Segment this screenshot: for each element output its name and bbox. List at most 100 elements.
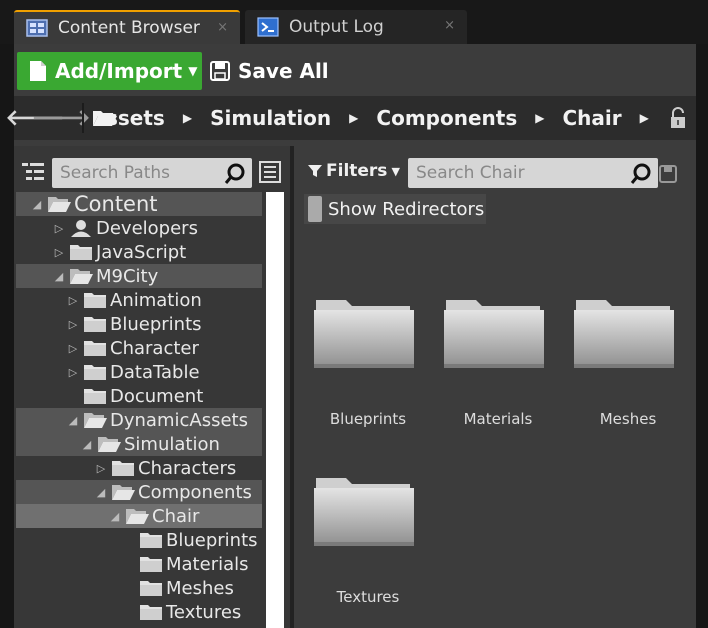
breadcrumb-item[interactable]: Components — [376, 106, 517, 130]
chevron-right-icon[interactable]: ▶ — [640, 111, 649, 125]
tree-view-icon[interactable] — [20, 160, 46, 188]
collapsed-arrow-icon[interactable]: ▷ — [66, 366, 80, 379]
tree-item[interactable]: ▷ Character — [16, 336, 262, 360]
expanded-arrow-icon[interactable]: ◢ — [30, 198, 44, 211]
path-search-input[interactable]: Search Paths — [52, 158, 252, 188]
collapsed-arrow-icon[interactable]: ▷ — [66, 318, 80, 331]
tree-item[interactable]: ◢ M9City — [16, 264, 262, 288]
tree-item-label: JavaScript — [96, 241, 187, 263]
show-redirectors-toggle[interactable]: Show Redirectors — [304, 194, 486, 224]
tree-item[interactable]: Materials — [16, 552, 262, 576]
tree-item[interactable]: Blueprints — [16, 528, 262, 552]
tree-item-label: Chair — [152, 505, 200, 527]
tree-item[interactable]: ▷ Characters — [16, 456, 262, 480]
save-all-button[interactable]: Save All — [210, 52, 329, 90]
close-icon[interactable]: × — [217, 20, 228, 35]
tab-label: Content Browser — [58, 18, 200, 38]
folder-tile[interactable]: Textures — [306, 464, 430, 624]
redirectors-label: Show Redirectors — [328, 198, 485, 220]
breadcrumb-item[interactable]: ssets — [106, 106, 165, 130]
expanded-arrow-icon[interactable]: ◢ — [52, 270, 66, 283]
lock-icon[interactable] — [669, 107, 687, 129]
folder-icon — [70, 245, 92, 260]
expanded-arrow-icon[interactable]: ◢ — [66, 414, 80, 427]
folder-tile-label: Textures — [336, 588, 400, 606]
tree-item[interactable]: Document — [16, 384, 262, 408]
path-tree-panel: Search Paths ◢ Content ▷ Developers ▷ JavaScr… — [14, 146, 290, 628]
breadcrumb-item[interactable]: Simulation — [210, 106, 331, 130]
tree-item[interactable]: ◢ Content — [16, 192, 262, 216]
tree-item[interactable]: ▷ Blueprints — [16, 312, 262, 336]
save-search-icon[interactable] — [658, 164, 678, 188]
expanded-arrow-icon[interactable]: ◢ — [94, 486, 108, 499]
folder-icon — [140, 605, 162, 620]
chevron-right-icon[interactable]: ▶ — [349, 111, 358, 125]
new-file-icon — [30, 61, 46, 81]
folder-icon — [574, 300, 674, 368]
forward-arrow-icon[interactable]: 🡒 — [32, 105, 91, 131]
folder-tile[interactable]: Blueprints — [306, 286, 430, 446]
tree-item-label: Components — [138, 481, 252, 503]
folder-icon — [140, 581, 162, 596]
tree-item[interactable]: ◢ Simulation — [16, 432, 262, 456]
tree-item[interactable]: ◢ Chair — [16, 504, 262, 528]
tab-content-browser[interactable]: Content Browser × — [14, 10, 240, 44]
search-icon — [224, 163, 245, 184]
list-view-icon[interactable] — [258, 160, 282, 188]
user-icon — [71, 220, 91, 237]
tree-item-label: M9City — [96, 265, 159, 287]
asset-search-input[interactable]: Search Chair — [408, 158, 658, 188]
folder-icon — [84, 293, 106, 308]
folder-icon — [84, 317, 106, 332]
collapsed-arrow-icon[interactable]: ▷ — [66, 342, 80, 355]
tab-bar: Content Browser × Output Log × — [0, 0, 708, 44]
tree-scrollbar[interactable] — [266, 192, 284, 628]
tree-item-label: DataTable — [110, 361, 200, 383]
tree-item[interactable]: ◢ Components — [16, 480, 262, 504]
add-import-button[interactable]: Add/Import ▼ — [17, 52, 202, 90]
folder-icon — [140, 533, 162, 548]
tree-item[interactable]: ▷ Developers — [16, 216, 262, 240]
tree-item-label: Content — [74, 192, 158, 216]
folder-icon — [444, 300, 544, 368]
search-placeholder: Search Chair — [416, 163, 525, 183]
tree-item[interactable]: ◢ DynamicAssets — [16, 408, 262, 432]
collapsed-arrow-icon[interactable]: ▷ — [52, 222, 66, 235]
tree-item[interactable]: ▷ JavaScript — [16, 240, 262, 264]
collapsed-arrow-icon[interactable]: ▷ — [94, 462, 108, 475]
tree-item[interactable]: Textures — [16, 600, 262, 624]
tree-item[interactable]: ▷ Animation — [16, 288, 262, 312]
tree-item-label: Developers — [96, 217, 198, 239]
chevron-right-icon[interactable]: ▶ — [535, 111, 544, 125]
filters-button[interactable]: Filters ▼ — [308, 158, 400, 184]
folder-tile[interactable]: Materials — [436, 286, 560, 446]
expanded-arrow-icon[interactable]: ◢ — [108, 510, 122, 523]
close-icon[interactable]: × — [444, 18, 455, 33]
save-icon — [210, 61, 230, 81]
folder-tile-label: Blueprints — [329, 410, 407, 428]
folder-tile[interactable]: Meshes — [566, 286, 690, 446]
tab-output-log[interactable]: Output Log × — [245, 10, 467, 44]
folder-tile-label: Materials — [463, 410, 533, 428]
expanded-arrow-icon[interactable]: ◢ — [80, 438, 94, 451]
tree-item[interactable]: ▷ DataTable — [16, 360, 262, 384]
filter-icon — [308, 165, 322, 177]
breadcrumb-item[interactable]: Chair — [562, 106, 621, 130]
checkbox[interactable] — [308, 196, 322, 222]
search-placeholder: Search Paths — [60, 163, 171, 183]
folder-open-icon — [70, 269, 93, 284]
save-all-label: Save All — [238, 59, 329, 83]
collapsed-arrow-icon[interactable]: ▷ — [52, 246, 66, 259]
tree-item[interactable]: Meshes — [16, 576, 262, 600]
collapsed-arrow-icon[interactable]: ▷ — [66, 294, 80, 307]
content-browser-window: Content Browser × Output Log × Add/Impor… — [0, 0, 708, 628]
path-search-row: Search Paths — [14, 156, 290, 188]
folder-tree: ◢ Content ▷ Developers ▷ JavaScript ◢ M9City ▷ An… — [16, 192, 262, 628]
toolbar: Add/Import ▼ Save All — [14, 44, 696, 96]
content-browser-icon — [26, 17, 48, 39]
tree-item-label: Blueprints — [166, 529, 258, 551]
chevron-down-icon: ▼ — [391, 164, 400, 178]
folder-icon — [140, 557, 162, 572]
tree-item-label: Animation — [110, 289, 202, 311]
chevron-right-icon[interactable]: ▶ — [183, 111, 192, 125]
